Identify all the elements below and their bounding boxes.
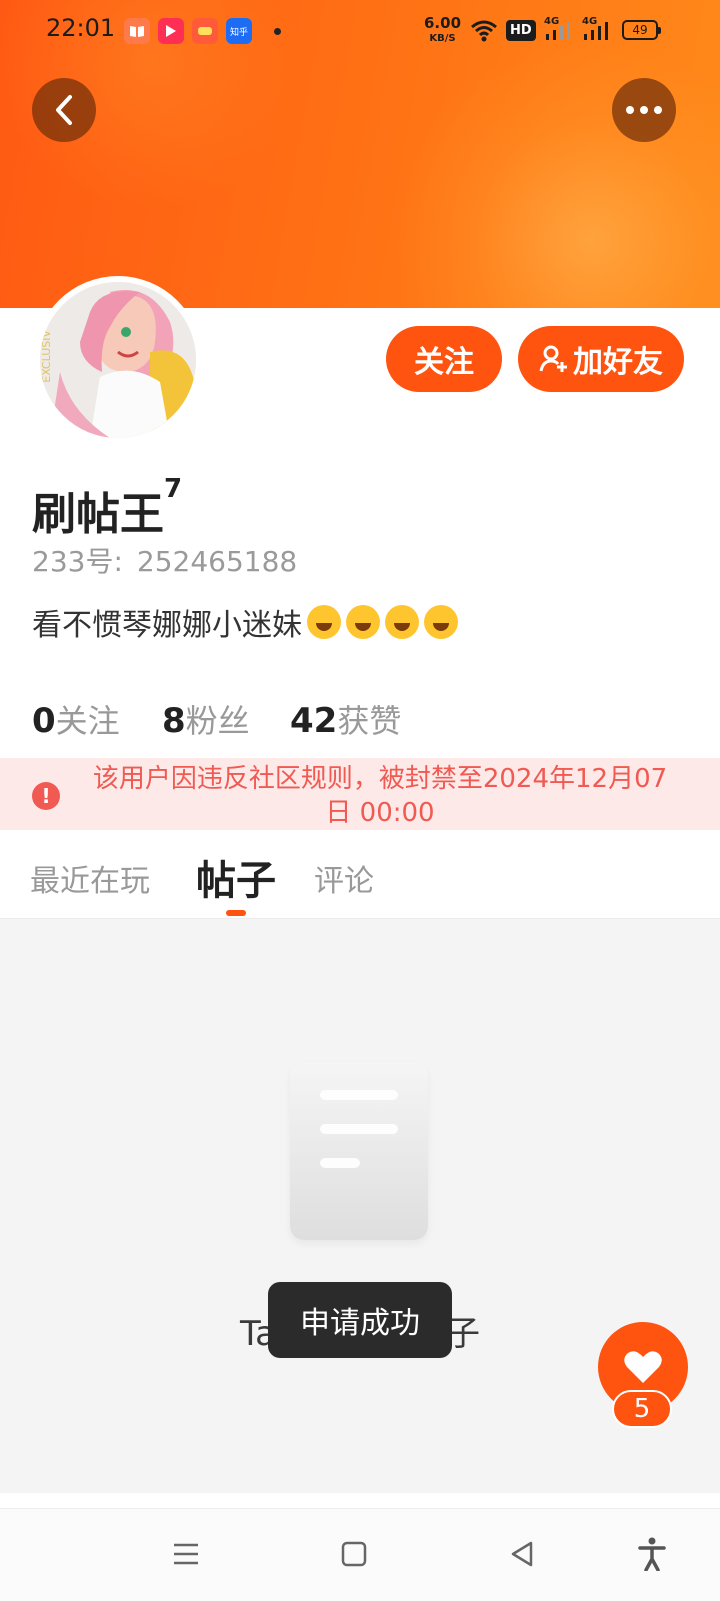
doc-line [320, 1158, 360, 1168]
battery-level: 49 [632, 23, 648, 37]
accessibility-icon[interactable] [632, 1534, 672, 1574]
warning-icon: ! [32, 782, 60, 810]
signal-icon-2: 4G [582, 16, 608, 40]
back-button[interactable] [32, 78, 96, 142]
stat-following-label: 关注 [55, 702, 120, 740]
add-friend-button[interactable]: 加好友 [518, 326, 684, 392]
chevron-left-icon [56, 95, 72, 125]
profile-header-banner [0, 0, 720, 308]
doc-line [320, 1124, 398, 1134]
user-bio-text: 看不惯琴娜娜小迷妹 [32, 608, 302, 643]
battery-icon: 49 [622, 20, 658, 40]
wifi-icon [470, 18, 498, 46]
rofl-emoji-icon [307, 605, 341, 639]
hd-icon: HD [506, 20, 536, 41]
menu-icon[interactable] [166, 1534, 206, 1574]
user-id-value: 252465188 [136, 545, 298, 578]
notification-dot [274, 28, 281, 35]
follow-button-label: 关注 [414, 345, 474, 380]
game-app-icon [192, 18, 218, 44]
user-id-label: 233号: [32, 545, 123, 578]
stat-fans[interactable]: 8粉丝 [162, 696, 250, 742]
stat-following[interactable]: 0关注 [32, 696, 120, 742]
rofl-emoji-icon [346, 605, 380, 639]
more-dots-icon [626, 106, 662, 114]
user-name: 刷帖王7 [32, 474, 182, 542]
add-user-icon [539, 345, 567, 372]
like-count-badge: 5 [612, 1390, 672, 1428]
battery-tip [658, 27, 661, 34]
stat-following-value: 0 [32, 701, 56, 741]
tab-comments[interactable]: 评论 [314, 856, 374, 900]
zhihu-app-icon: 知乎 [226, 18, 252, 44]
more-button[interactable] [612, 78, 676, 142]
add-friend-button-label: 加好友 [573, 345, 663, 380]
user-level: 7 [164, 474, 183, 504]
avatar-caption: EXCLUSIV [40, 330, 53, 383]
heart-icon [624, 1351, 662, 1383]
active-tab-indicator [226, 910, 246, 916]
network-speed-unit: KB/S [429, 33, 456, 44]
empty-document-icon [290, 1062, 428, 1240]
books-app-icon [124, 18, 150, 44]
stat-likes-value: 42 [290, 701, 338, 741]
ban-notice-text: 该用户因违反社区规则，被封禁至2024年12月07日 00:00 [92, 764, 668, 828]
toast-message: 申请成功 [268, 1282, 452, 1358]
stat-fans-label: 粉丝 [185, 702, 250, 740]
rofl-emoji-icon [385, 605, 419, 639]
stat-fans-value: 8 [162, 701, 186, 741]
signal-icon-1: 4G [544, 16, 570, 40]
tab-recently-played[interactable]: 最近在玩 [30, 856, 150, 900]
tab-posts[interactable]: 帖子 [196, 848, 276, 906]
stat-likes[interactable]: 42获赞 [290, 696, 401, 742]
zhihu-app-label: 知乎 [229, 27, 248, 38]
network-speed: 6.00 KB/S [424, 16, 461, 46]
back-triangle-icon[interactable] [502, 1534, 542, 1574]
rofl-emoji-icon [424, 605, 458, 639]
doc-line [320, 1090, 398, 1100]
user-id: 233号: 252465188 [32, 540, 297, 580]
network-speed-value: 6.00 [424, 14, 462, 32]
status-time: 22:01 [46, 14, 116, 42]
avatar-image: EXCLUSIV [40, 282, 196, 438]
home-square-icon[interactable] [334, 1534, 374, 1574]
video-app-icon [158, 18, 184, 44]
stat-likes-label: 获赞 [337, 702, 402, 740]
avatar[interactable]: EXCLUSIV [34, 276, 202, 444]
user-bio: 看不惯琴娜娜小迷妹 [32, 600, 458, 644]
user-name-text: 刷帖王 [32, 489, 164, 540]
follow-button[interactable]: 关注 [386, 326, 502, 392]
